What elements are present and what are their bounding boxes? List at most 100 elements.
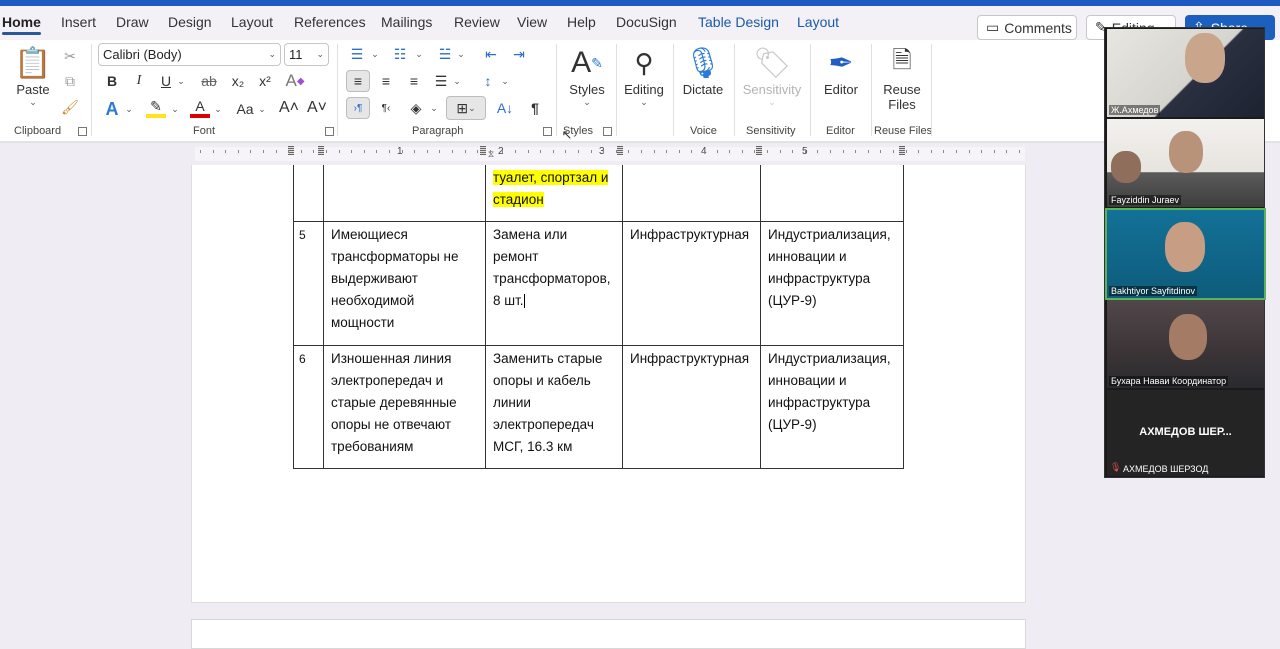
horizontal-ruler[interactable]: 1 2 3 4 5 ⧖	[0, 143, 1280, 165]
tab-table-layout[interactable]: Layout	[797, 14, 839, 30]
bold-button[interactable]: B	[103, 72, 121, 90]
format-painter-icon[interactable]: 🖌	[60, 97, 80, 117]
bullets-icon[interactable]: ☰	[347, 44, 367, 64]
video-call-panel[interactable]: Ж.Ахмедов Fayziddin Juraev Bakhtiyor Say…	[1104, 27, 1266, 478]
document-table[interactable]: туалет, спортзал и стадион 5 Имеющиеся тра…	[293, 165, 904, 469]
tab-table-design[interactable]: Table Design	[698, 14, 779, 30]
grow-font-button[interactable]: A˄	[278, 98, 300, 118]
tab-docusign[interactable]: DocuSign	[616, 14, 677, 30]
chevron-down-icon[interactable]: ⌄	[213, 100, 223, 118]
chevron-down-icon[interactable]: ⌄	[176, 72, 186, 90]
table-cell[interactable]: туалет, спортзал и стадион	[485, 165, 623, 222]
copy-icon[interactable]: ⧉	[60, 71, 80, 91]
align-right-button[interactable]: ≡	[404, 70, 424, 92]
tab-mailings[interactable]: Mailings	[381, 14, 432, 30]
increase-indent-icon[interactable]: ⇥	[509, 44, 529, 64]
goal-cell[interactable]: Индустриализация, инновации и инфраструкту…	[760, 344, 904, 469]
cell-line: Замена или	[493, 226, 568, 242]
tab-home[interactable]: Home	[2, 14, 41, 35]
tab-review[interactable]: Review	[454, 14, 500, 30]
tab-insert[interactable]: Insert	[61, 14, 96, 30]
styles-launcher-icon[interactable]	[603, 127, 612, 136]
italic-button[interactable]: I	[130, 72, 148, 90]
chevron-down-icon[interactable]: ⌄	[124, 100, 134, 118]
chevron-down-icon[interactable]: ⌄	[500, 70, 510, 92]
table-cell[interactable]	[622, 165, 761, 222]
column-marker[interactable]	[617, 146, 623, 155]
tab-design[interactable]: Design	[168, 14, 212, 30]
cut-icon[interactable]: ✂	[60, 46, 80, 66]
solution-cell[interactable]: Замена или ремонт трансформаторов, 8 шт.	[485, 220, 623, 346]
tab-help[interactable]: Help	[567, 14, 596, 30]
font-launcher-icon[interactable]	[325, 127, 334, 136]
participant-tile[interactable]: Fayziddin Juraev	[1107, 119, 1264, 207]
paragraph-launcher-icon[interactable]	[543, 127, 552, 136]
comments-button[interactable]: ▭ Comments	[977, 15, 1077, 40]
chevron-down-icon[interactable]: ⌄	[452, 70, 462, 92]
subscript-button[interactable]: x₂	[229, 72, 247, 90]
borders-button[interactable]: ⊞ ⌄	[446, 96, 486, 120]
dictate-button[interactable]: 🎙 Dictate	[673, 44, 733, 98]
font-color-icon[interactable]: A	[190, 98, 210, 118]
solution-cell[interactable]: Заменить старые опоры и кабель линии электр…	[485, 344, 623, 469]
show-marks-icon[interactable]: ¶	[525, 97, 545, 119]
decrease-indent-icon[interactable]: ⇤	[481, 44, 501, 64]
table-cell[interactable]	[293, 165, 324, 222]
shading-icon[interactable]: ◈	[405, 97, 427, 119]
problem-cell[interactable]: Изношенная линия электропередач и старые д…	[323, 344, 486, 469]
editing-button[interactable]: ⚲ Editing ⌄	[614, 44, 674, 108]
indent-marker-icon[interactable]: ⧖	[486, 146, 496, 162]
type-cell[interactable]: Инфраструктурная	[622, 220, 761, 346]
participant-tile[interactable]: Ж.Ахмедов	[1107, 29, 1264, 117]
table-cell[interactable]	[760, 165, 904, 222]
font-name-select[interactable]: Calibri (Body) ⌄	[98, 43, 281, 66]
row-number-cell[interactable]: 6	[293, 344, 324, 469]
table-cell[interactable]	[323, 165, 486, 222]
editor-button[interactable]: ✒ Editor	[811, 44, 871, 98]
font-size-select[interactable]: 11 ⌄	[284, 43, 329, 66]
text-effects-icon[interactable]: A	[102, 99, 122, 119]
chevron-down-icon[interactable]: ⌄	[456, 44, 466, 64]
clear-formatting-icon[interactable]: A ◆	[284, 70, 306, 92]
rtl-direction-button[interactable]: ¶‹	[376, 97, 396, 119]
tab-layout[interactable]: Layout	[231, 14, 273, 30]
reuse-files-button[interactable]: 🗎 Reuse Files	[872, 44, 932, 113]
tab-draw[interactable]: Draw	[116, 14, 149, 30]
shrink-font-button[interactable]: A˅	[306, 98, 328, 118]
line-spacing-icon[interactable]: ↕	[478, 70, 498, 92]
ltr-direction-button[interactable]: ›¶	[346, 97, 370, 119]
clipboard-launcher-icon[interactable]	[78, 127, 87, 136]
styles-button[interactable]: A ✎ Styles ⌄	[557, 44, 617, 108]
column-marker[interactable]	[899, 146, 905, 155]
participant-tile[interactable]: АХМЕДОВ ШЕР... 🎙 АХМЕДОВ ШЕРЗОД	[1107, 390, 1264, 476]
paste-button[interactable]: 📋 Paste ⌄	[3, 44, 63, 108]
problem-cell[interactable]: Имеющиеся трансформаторы не выдерживают нео…	[323, 220, 486, 346]
chevron-down-icon[interactable]: ⌄	[257, 100, 267, 118]
participant-tile[interactable]: Бухара Навaи Координатор	[1107, 300, 1264, 388]
tab-view[interactable]: View	[517, 14, 547, 30]
type-cell[interactable]: Инфраструктурная	[622, 344, 761, 469]
multilevel-list-icon[interactable]: ☱	[435, 44, 455, 64]
underline-button[interactable]: U	[157, 72, 175, 90]
justify-button[interactable]: ☰	[431, 70, 451, 92]
align-left-button[interactable]: ≡	[346, 70, 370, 92]
sort-icon[interactable]: A↓	[494, 97, 516, 119]
next-document-page[interactable]	[191, 619, 1026, 649]
document-page[interactable]: туалет, спортзал и стадион 5 Имеющиеся тра…	[191, 165, 1026, 603]
superscript-button[interactable]: x²	[256, 72, 274, 90]
strikethrough-button[interactable]: ab	[198, 72, 220, 90]
tab-references[interactable]: References	[294, 14, 366, 30]
row-number-cell[interactable]: 5	[293, 220, 324, 346]
column-marker[interactable]	[318, 146, 324, 155]
chevron-down-icon[interactable]: ⌄	[170, 100, 180, 118]
highlight-icon[interactable]: ✎	[146, 98, 166, 118]
change-case-button[interactable]: Aa	[230, 99, 260, 119]
numbering-icon[interactable]: ☷	[390, 44, 410, 64]
chevron-down-icon[interactable]: ⌄	[429, 97, 439, 119]
align-center-button[interactable]: ≡	[376, 70, 396, 92]
goal-cell[interactable]: Индустриализация, инновации и инфраструкту…	[760, 220, 904, 346]
participant-tile-speaking[interactable]: Bakhtiyor Sayfitdinov	[1105, 208, 1266, 300]
chevron-down-icon[interactable]: ⌄	[370, 44, 380, 64]
column-marker[interactable]	[756, 146, 762, 155]
chevron-down-icon[interactable]: ⌄	[414, 44, 424, 64]
